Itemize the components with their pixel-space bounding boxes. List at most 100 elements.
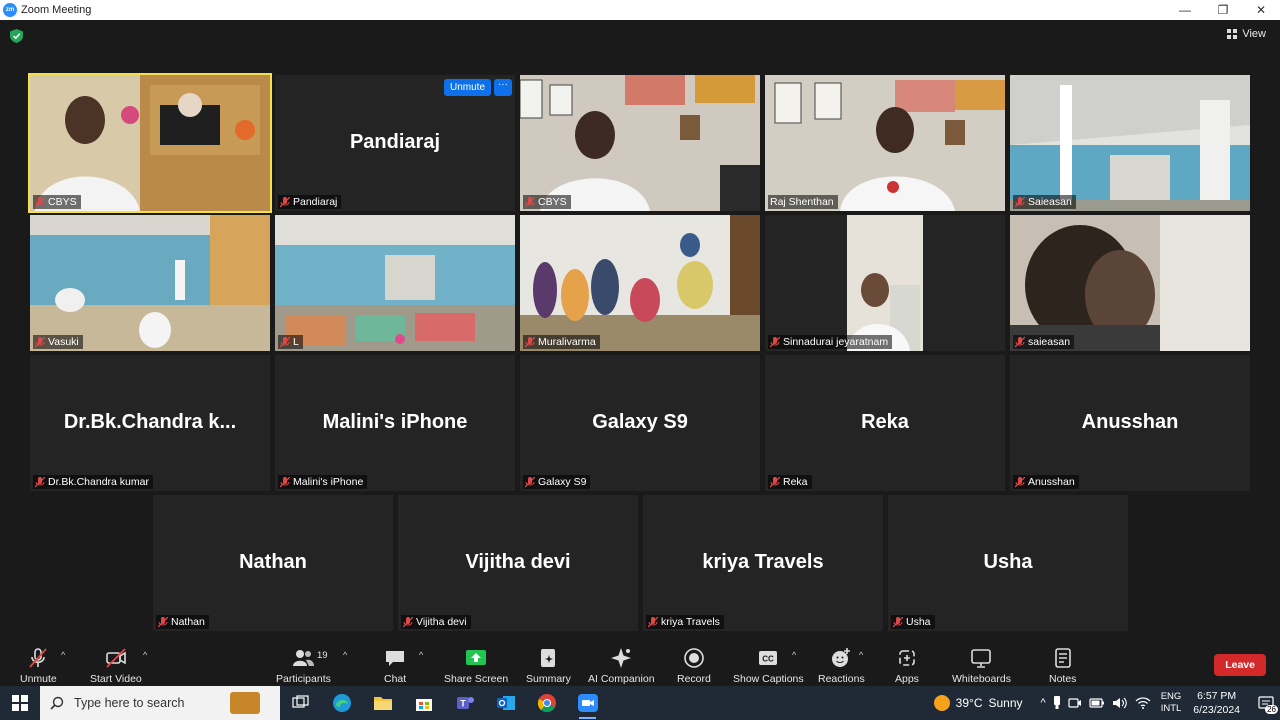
reactions-options-caret[interactable]: ^ [859,650,863,660]
taskbar-app-chrome[interactable] [526,686,567,720]
input-language-indicator[interactable]: ENG INTL [1161,691,1182,715]
encryption-shield-icon[interactable] [10,29,23,43]
volume-icon[interactable] [1112,696,1128,710]
participant-name-tag: Usha [891,615,935,629]
ai-companion-button[interactable]: AI Companion [588,647,655,685]
participant-name-tag: Nathan [156,615,209,629]
share-screen-button[interactable]: Share Screen [444,647,508,685]
video-tile[interactable]: CBYS [28,73,272,213]
record-button[interactable]: Record [677,647,711,685]
participant-display-name: Malini's iPhone [322,411,468,433]
zoom-logo-icon: zm [3,3,17,17]
taskbar-app-edge[interactable] [321,686,362,720]
participant-name-tag: CBYS [523,195,571,209]
participant-name: CBYS [538,196,567,208]
sun-icon [933,695,950,711]
video-tile[interactable]: Raj Shenthan [765,75,1005,211]
participant-display-name: Galaxy S9 [592,411,688,433]
ask-unmute-button[interactable]: Unmute [443,79,491,96]
summary-icon [541,649,556,667]
video-tile[interactable]: Sinnadurai jeyaratnam [765,215,1005,351]
video-tile[interactable]: Nathan Nathan [153,495,393,631]
ai-companion-label: AI Companion [588,673,655,685]
weather-widget[interactable]: 39°C Sunny [933,695,1023,711]
video-tile[interactable]: Muralivarma [520,215,760,351]
taskbar-app-store[interactable] [403,686,444,720]
usb-drive-icon[interactable] [1053,696,1061,710]
task-view-button[interactable] [280,686,321,720]
video-options-caret[interactable]: ^ [143,650,147,660]
chat-button[interactable]: Chat [384,647,406,685]
muted-mic-icon [1015,336,1025,347]
start-video-button[interactable]: Start Video [90,647,142,685]
captions-options-caret[interactable]: ^ [792,650,796,660]
video-tile[interactable]: Reka Reka [765,355,1005,491]
video-tile[interactable]: CBYS [520,75,760,211]
taskbar-app-teams[interactable]: T [444,686,485,720]
reactions-button[interactable]: Reactions [818,647,865,685]
muted-mic-icon [893,616,903,627]
taskbar-clock[interactable]: 6:57 PM 6/23/2024 [1193,689,1240,717]
meet-now-icon[interactable] [1068,696,1082,710]
audio-options-caret[interactable]: ^ [61,650,65,660]
summary-button[interactable]: Summary [526,647,571,685]
chat-options-caret[interactable]: ^ [419,650,423,660]
notification-center-button[interactable]: 26 [1252,686,1280,720]
folder-icon [373,697,392,710]
taskbar-app-file-explorer[interactable] [362,686,403,720]
participants-options-caret[interactable]: ^ [343,650,347,660]
system-tray: 39°C Sunny ^ ENG INTL 6:57 PM 6/23/2024 [933,686,1280,720]
battery-icon[interactable] [1089,697,1105,709]
video-tile[interactable]: Dr.Bk.Chandra k... Dr.Bk.Chandra kumar [30,355,270,491]
notes-button[interactable]: Notes [1049,647,1076,685]
participant-name: Nathan [171,616,205,628]
video-tile[interactable]: Saieasan [1010,75,1250,211]
participant-name: Reka [783,476,808,488]
start-button[interactable] [0,686,40,720]
video-tile[interactable]: Galaxy S9 Galaxy S9 [520,355,760,491]
participant-name-tag: Raj Shenthan [768,195,838,209]
video-tile[interactable]: saieasan [1010,215,1250,351]
show-hidden-icons-chevron-icon[interactable]: ^ [1041,697,1046,709]
video-tile[interactable]: Vijitha devi Vijitha devi [398,495,638,631]
keyboard-layout: INTL [1160,703,1182,714]
view-button[interactable]: View [1227,28,1266,40]
participant-name-tag: Malini's iPhone [278,475,368,489]
participant-display-name: kriya Travels [702,551,824,573]
minimize-button[interactable]: — [1166,0,1204,20]
unmute-button[interactable]: Unmute [20,647,57,685]
record-label: Record [677,673,711,685]
taskbar-app-outlook[interactable] [485,686,526,720]
video-tile[interactable]: Vasuki [30,215,270,351]
video-tile[interactable]: L [275,215,515,351]
maximize-button[interactable]: ❐ [1204,0,1242,20]
participant-display-name: Usha [983,551,1033,573]
video-tile[interactable]: Anusshan Anusshan [1010,355,1250,491]
apps-button[interactable]: Apps [895,647,919,685]
participant-name: CBYS [48,196,77,208]
language-code: ENG [1160,691,1182,702]
meeting-toolbar: Unmute ^ Start Video ^ Participants 19 ^… [0,640,1280,686]
whiteboards-button[interactable]: Whiteboards [952,647,1011,685]
taskbar-app-zoom[interactable] [567,686,608,720]
video-tile[interactable]: kriya Travels kriya Travels [643,495,883,631]
video-tile[interactable]: Usha Usha [888,495,1128,631]
participant-count: 19 [317,650,328,661]
leave-button[interactable]: Leave [1214,654,1266,676]
close-button[interactable]: ✕ [1242,0,1280,20]
participant-name-tag: Vijitha devi [401,615,471,629]
wifi-icon[interactable] [1135,696,1151,710]
video-off-icon [106,648,126,668]
participant-name: Vijitha devi [416,616,467,628]
participants-icon [293,650,315,666]
participant-name: Galaxy S9 [538,476,587,488]
video-tile[interactable]: Malini's iPhone Malini's iPhone [275,355,515,491]
more-options-button[interactable]: ··· [494,79,512,96]
chat-icon [386,651,405,666]
participant-display-name: Anusshan [1081,411,1179,433]
muted-microphone-icon [29,648,48,668]
video-tile[interactable]: Unmute ··· Pandiaraj Pandiaraj [275,75,515,211]
muted-mic-icon [1015,196,1025,207]
taskbar-search-box[interactable]: Type here to search [40,686,280,720]
weather-temperature: 39°C [955,696,983,710]
